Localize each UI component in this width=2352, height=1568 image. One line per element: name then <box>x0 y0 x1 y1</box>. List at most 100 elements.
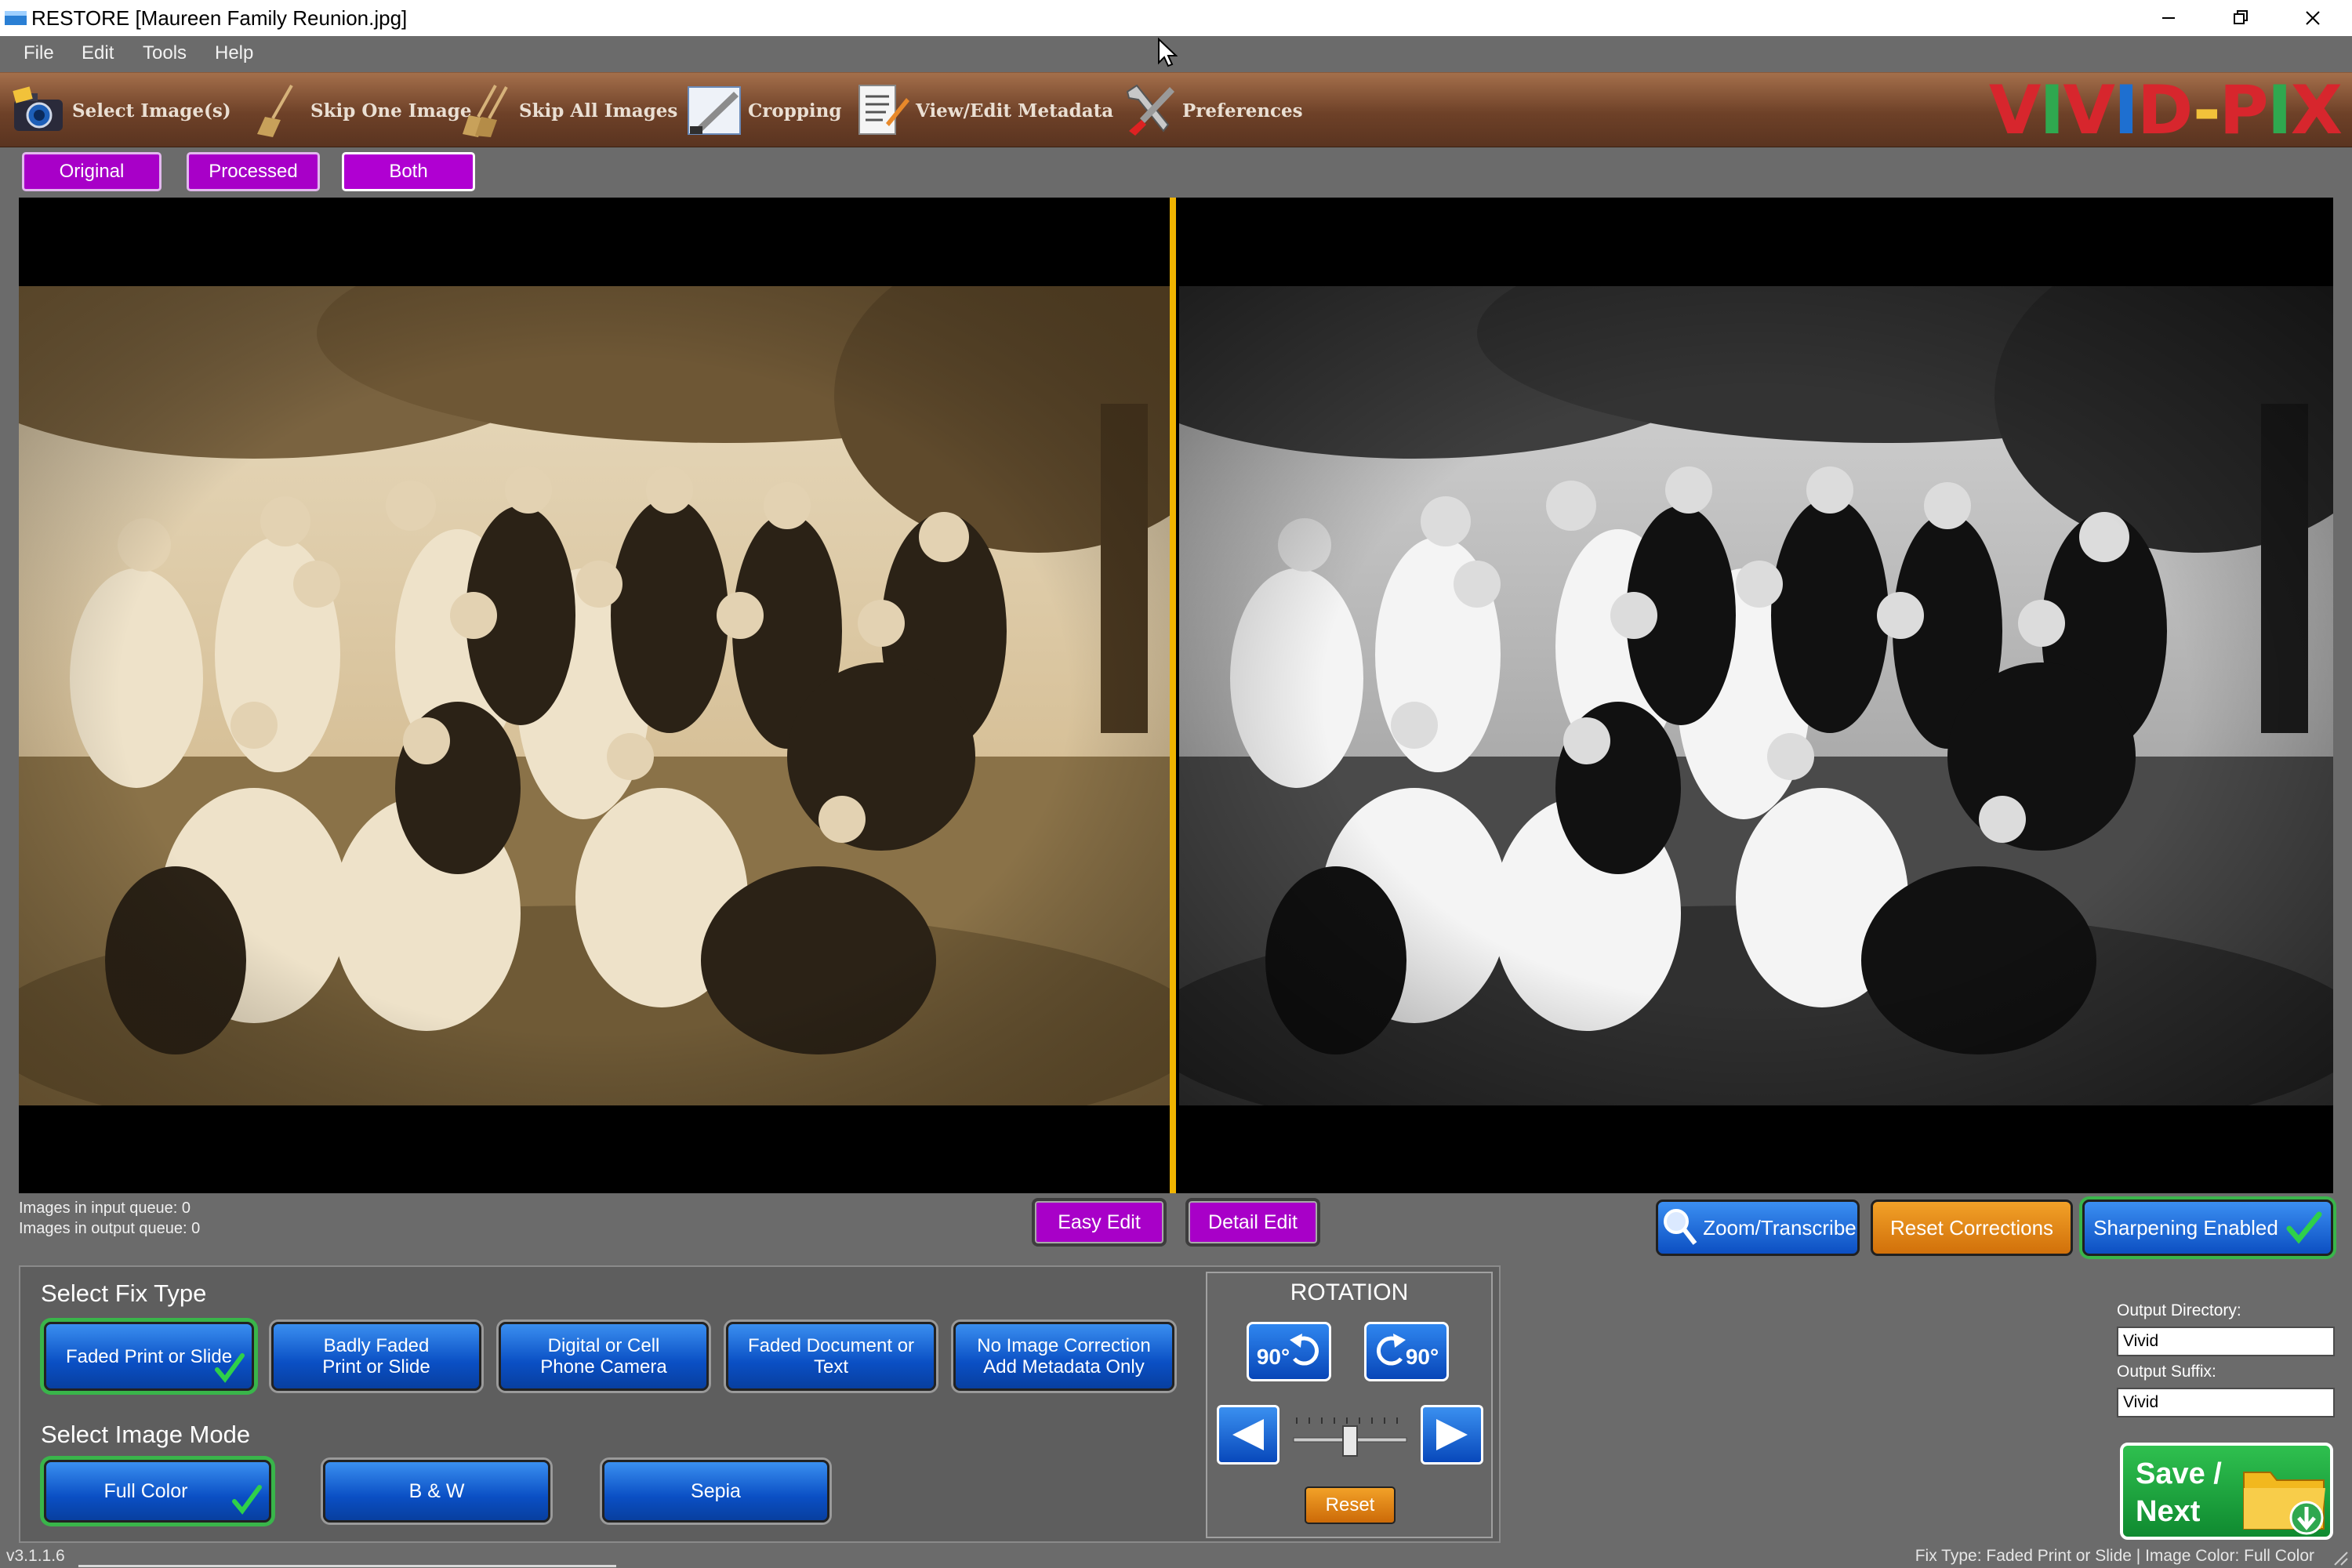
vivid-pix-logo: VIVID-PIX <box>1988 71 2343 150</box>
rotate-ccw-label: 90° <box>1256 1345 1290 1369</box>
rotate-cw-label: 90° <box>1405 1345 1439 1369</box>
rotation-panel: ROTATION 90° 90° Reset <box>1206 1272 1493 1538</box>
checkmark-icon <box>232 1485 262 1515</box>
checkmark-icon <box>2286 1211 2322 1244</box>
fix-faded-print-button[interactable]: Faded Print or Slide <box>44 1322 254 1391</box>
window-title: RESTORE [Maureen Family Reunion.jpg] <box>31 6 408 30</box>
sharpening-toggle[interactable]: Sharpening Enabled <box>2082 1200 2333 1256</box>
mode-bw-button[interactable]: B & W <box>323 1460 550 1523</box>
preferences-label: Preferences <box>1182 100 1303 122</box>
fix-digital-camera-button[interactable]: Digital or Cell Phone Camera <box>499 1322 709 1391</box>
mode-sepia-button[interactable]: Sepia <box>602 1460 829 1523</box>
brooms-icon <box>463 85 508 137</box>
rotation-slider[interactable] <box>1290 1410 1410 1460</box>
original-photo[interactable] <box>19 286 1170 1105</box>
save-next-label: Save / Next <box>2136 1455 2222 1530</box>
skip-all-images-button[interactable]: Skip All Images <box>458 81 677 140</box>
fix-no-correction-label-2: Add Metadata Only <box>983 1356 1145 1377</box>
zoom-transcribe-button[interactable]: Zoom/Transcribe <box>1656 1200 1860 1256</box>
menu-edit[interactable]: Edit <box>82 42 114 64</box>
fix-type-heading: Select Fix Type <box>41 1279 207 1307</box>
output-suffix-field[interactable]: Vivid <box>2117 1388 2335 1417</box>
rotation-reset-button[interactable]: Reset <box>1305 1486 1396 1524</box>
input-queue-count: Images in input queue: 0 <box>19 1200 191 1217</box>
fix-faded-document-button[interactable]: Faded Document or Text <box>726 1322 936 1391</box>
progress-bar <box>78 1565 616 1567</box>
output-queue-count: Images in output queue: 0 <box>19 1220 201 1237</box>
rotate-ccw-icon <box>1290 1334 1319 1366</box>
broom-icon <box>257 85 293 137</box>
rotate-right-fine-button[interactable] <box>1421 1405 1483 1465</box>
folder-download-icon <box>2243 1472 2325 1535</box>
fix-faded-document-label: Faded Document or <box>747 1335 915 1356</box>
rotation-slider-thumb[interactable] <box>1342 1425 1358 1457</box>
save-next-button[interactable]: Save / Next <box>2120 1443 2333 1540</box>
app-icon <box>5 11 27 25</box>
save-label: Save / <box>2136 1457 2222 1490</box>
fix-info-label: Fix Type: Faded Print or Slide | Image C… <box>1915 1547 2314 1565</box>
menu-help[interactable]: Help <box>215 42 253 64</box>
title-bar: RESTORE [Maureen Family Reunion.jpg] <box>0 0 2352 36</box>
processed-view-button[interactable]: Processed <box>187 152 320 191</box>
document-pencil-icon <box>858 85 909 135</box>
fix-badly-faded-label: Badly Faded <box>323 1335 430 1356</box>
original-photo-illustration <box>19 286 1170 1105</box>
fix-faded-document-label-2: Text <box>813 1356 848 1377</box>
minimize-icon <box>2162 17 2175 19</box>
skip-one-image-button[interactable]: Skip One Image <box>249 81 471 140</box>
select-images-label: Select Image(s) <box>72 100 231 122</box>
detail-edit-button[interactable]: Detail Edit <box>1185 1198 1320 1247</box>
sharpening-label: Sharpening Enabled <box>2093 1215 2278 1240</box>
zoom-transcribe-label: Zoom/Transcribe <box>1703 1215 1857 1240</box>
skip-all-images-label: Skip All Images <box>519 100 678 122</box>
next-label: Next <box>2136 1495 2201 1528</box>
magnifier-icon <box>1664 1209 1697 1245</box>
mode-full-color-button[interactable]: Full Color <box>44 1460 271 1523</box>
wrench-screwdriver-icon <box>1126 84 1174 136</box>
image-mode-heading: Select Image Mode <box>41 1421 251 1448</box>
cropping-label: Cropping <box>748 100 842 122</box>
camera-icon <box>13 86 63 131</box>
arrow-right-icon <box>1436 1419 1468 1450</box>
fix-no-correction-button[interactable]: No Image Correction Add Metadata Only <box>953 1322 1174 1391</box>
view-edit-metadata-button[interactable]: View/Edit Metadata <box>855 81 1113 140</box>
close-button[interactable] <box>2277 0 2349 36</box>
menu-tools[interactable]: Tools <box>143 42 187 64</box>
crop-knife-icon <box>688 86 741 135</box>
checkmark-icon <box>215 1353 245 1383</box>
select-images-button[interactable]: Select Image(s) <box>11 81 231 140</box>
view-edit-metadata-label: View/Edit Metadata <box>916 100 1114 122</box>
cropping-button[interactable]: Cropping <box>687 81 841 140</box>
original-view-button[interactable]: Original <box>22 152 162 191</box>
status-bar: v3.1.1.6 Fix Type: Faded Print or Slide … <box>0 1543 2352 1568</box>
restore-button[interactable] <box>2205 0 2277 36</box>
easy-edit-button[interactable]: Easy Edit <box>1032 1198 1167 1247</box>
close-icon <box>2306 11 2320 25</box>
rotation-heading: ROTATION <box>1290 1279 1409 1305</box>
skip-one-image-label: Skip One Image <box>310 100 472 122</box>
resize-grip-icon[interactable] <box>2330 1548 2349 1566</box>
output-directory-label: Output Directory: <box>2117 1301 2241 1319</box>
fix-no-correction-label: No Image Correction <box>977 1335 1151 1356</box>
fix-badly-faded-button[interactable]: Badly Faded Print or Slide <box>271 1322 481 1391</box>
processed-photo[interactable] <box>1179 286 2333 1105</box>
preferences-button[interactable]: Preferences <box>1121 81 1303 140</box>
minimize-button[interactable] <box>2132 0 2205 36</box>
output-suffix-label: Output Suffix: <box>2117 1363 2216 1381</box>
fix-faded-print-label: Faded Print or Slide <box>65 1345 233 1367</box>
menu-file[interactable]: File <box>24 42 54 64</box>
version-label: v3.1.1.6 <box>6 1547 65 1565</box>
rotate-ccw-button[interactable]: 90° <box>1247 1322 1331 1381</box>
split-divider[interactable] <box>1170 198 1176 1193</box>
processed-photo-illustration <box>1179 286 2333 1105</box>
fix-digital-camera-label-2: Phone Camera <box>540 1356 667 1377</box>
reset-corrections-button[interactable]: Reset Corrections <box>1871 1200 2073 1256</box>
arrow-left-icon <box>1232 1419 1264 1450</box>
mouse-cursor-icon <box>1158 38 1178 67</box>
fix-badly-faded-label-2: Print or Slide <box>322 1356 430 1377</box>
rotate-left-fine-button[interactable] <box>1217 1405 1279 1465</box>
toolbar: Select Image(s) Skip One Image Skip All … <box>0 72 2352 147</box>
both-view-button[interactable]: Both <box>342 152 475 191</box>
rotate-cw-button[interactable]: 90° <box>1364 1322 1449 1381</box>
output-directory-field[interactable]: Vivid <box>2117 1327 2335 1356</box>
